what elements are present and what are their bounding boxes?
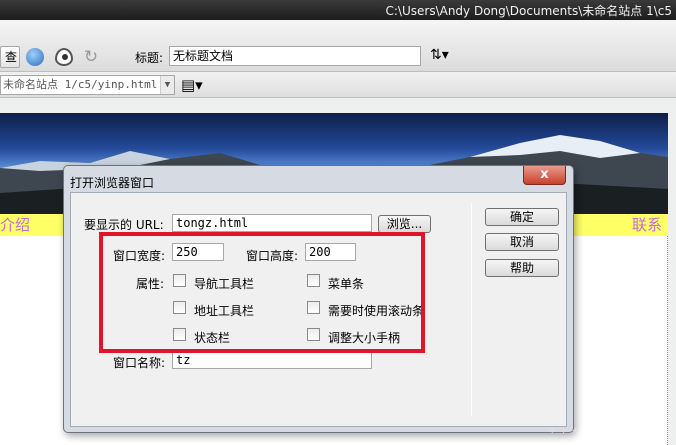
help-button[interactable]: 帮助 — [485, 259, 559, 277]
watermark: ✦ ✦ ✦ — [548, 426, 580, 437]
file-management-icon[interactable]: ⇅▾ — [430, 47, 449, 63]
attributes-label: 属性: — [136, 277, 165, 291]
open-browser-window-dialog: 打开浏览器窗口 x 要显示的 URL: tongz.html 浏览... 窗口宽… — [63, 165, 574, 433]
preview-in-browser-icon[interactable] — [26, 48, 44, 66]
checkbox-resize-handles[interactable] — [307, 328, 320, 341]
height-label: 窗口高度: — [246, 249, 299, 263]
checkbox-address-toolbar[interactable] — [173, 301, 186, 314]
window-name-input[interactable]: tz — [172, 351, 372, 369]
document-path: 未命名站点 1/c5/yinp.html — [3, 78, 158, 91]
checkbox-status-bar[interactable] — [173, 328, 186, 341]
chevron-down-icon[interactable]: ▼ — [160, 76, 174, 94]
nav-link-contact[interactable]: 联系 — [632, 214, 662, 235]
height-input[interactable]: 200 — [305, 243, 356, 261]
checkbox-nav-toolbar[interactable] — [173, 274, 186, 287]
view-button[interactable]: 查 — [0, 46, 20, 68]
code-navigator-icon[interactable]: ▤▾ — [181, 76, 203, 94]
checkbox-label-status-bar: 状态栏 — [194, 331, 231, 345]
close-button[interactable]: x — [523, 166, 566, 185]
width-label: 窗口宽度: — [113, 249, 166, 263]
refresh-icon[interactable]: ↻ — [82, 48, 100, 66]
document-title-input[interactable]: 无标题文档 — [169, 46, 421, 66]
path-toolbar: 未命名站点 1/c5/yinp.html ▼ ▤▾ — [0, 72, 676, 98]
checkbox-label-address-toolbar: 地址工具栏 — [194, 304, 255, 318]
checkbox-label-resize-handles: 调整大小手柄 — [328, 331, 401, 345]
url-input[interactable]: tongz.html — [172, 214, 372, 232]
width-input[interactable]: 250 — [172, 243, 224, 261]
close-icon: x — [540, 167, 549, 182]
window-title: C:\Users\Andy Dong\Documents\未命名站点 1\c5 — [385, 4, 673, 18]
document-toolbar: 查 ↻ 标题: 无标题文档 ⇅▾ — [0, 20, 676, 72]
document-path-select[interactable]: 未命名站点 1/c5/yinp.html ▼ — [0, 75, 175, 95]
checkbox-label-scrollbars: 需要时使用滚动条 — [328, 304, 424, 318]
window-titlebar: C:\Users\Andy Dong\Documents\未命名站点 1\c5 — [0, 0, 676, 20]
title-label: 标题: — [135, 51, 164, 65]
visual-aids-icon[interactable] — [55, 48, 73, 66]
checkbox-menu-bar[interactable] — [307, 274, 320, 287]
browse-button[interactable]: 浏览... — [378, 215, 431, 233]
divider — [471, 203, 472, 416]
nav-link-intro[interactable]: 介绍 — [0, 214, 30, 235]
checkbox-label-menu-bar: 菜单条 — [328, 277, 365, 291]
dialog-title: 打开浏览器窗口 — [70, 176, 155, 190]
ok-button[interactable]: 确定 — [485, 208, 559, 226]
checkbox-scrollbars[interactable] — [307, 301, 320, 314]
url-label: 要显示的 URL: — [84, 218, 164, 232]
checkbox-label-nav-toolbar: 导航工具栏 — [194, 277, 255, 291]
window-name-label: 窗口名称: — [113, 356, 166, 370]
cancel-button[interactable]: 取消 — [485, 233, 559, 251]
dialog-body: 要显示的 URL: tongz.html 浏览... 窗口宽度: 250 窗口高… — [70, 192, 567, 427]
